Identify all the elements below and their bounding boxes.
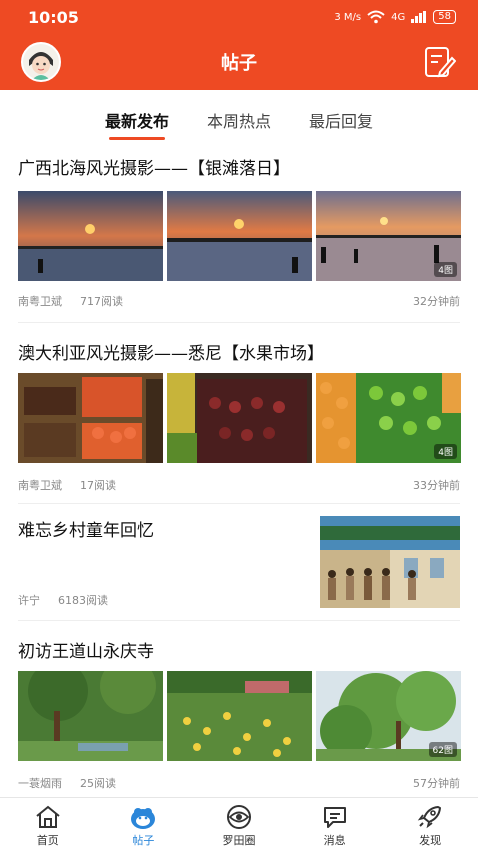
image-count-badge: 4图	[434, 444, 457, 459]
post-meta: 南粤卫斌 717阅读	[18, 293, 123, 309]
battery-badge: 58	[433, 10, 456, 24]
post-image[interactable]	[18, 191, 163, 281]
post-item[interactable]: 初访王道山永庆寺 62图 一蓑烟雨 25阅读 57分钟前	[18, 637, 461, 793]
nav-discover[interactable]: 发现	[382, 798, 478, 850]
rocket-icon	[417, 806, 442, 829]
post-author: 南粤卫斌	[18, 479, 62, 492]
post-images: 4图	[18, 373, 461, 463]
nav-label: 发现	[419, 834, 442, 847]
chat-icon	[323, 807, 346, 828]
tab-weekly-hot[interactable]: 本周热点	[207, 96, 271, 140]
post-author: 南粤卫斌	[18, 295, 62, 308]
post-image[interactable]	[167, 671, 312, 761]
post-images: 62图	[18, 671, 461, 761]
status-icons: 3 M/s 4G 58	[334, 10, 456, 24]
post-time: 33分钟前	[413, 479, 460, 492]
post-reads: 25阅读	[80, 777, 116, 790]
avatar-image	[23, 44, 59, 80]
nav-label: 帖子	[132, 834, 155, 847]
post-meta: 许宁 6183阅读	[18, 592, 108, 608]
divider	[18, 322, 460, 323]
nav-label: 消息	[323, 834, 346, 847]
post-image[interactable]: 4图	[316, 373, 461, 463]
post-item[interactable]: 难忘乡村童年回忆 许宁 6183阅读	[18, 516, 460, 612]
post-reads: 717阅读	[80, 295, 123, 308]
post-reads: 6183阅读	[58, 594, 108, 607]
post-image[interactable]	[167, 191, 312, 281]
post-image[interactable]	[18, 373, 163, 463]
signal-icon	[411, 11, 427, 23]
post-time: 57分钟前	[413, 777, 460, 790]
post-thumbnail[interactable]	[320, 516, 460, 608]
divider	[18, 503, 460, 504]
nav-label: 首页	[36, 834, 59, 847]
post-item[interactable]: 广西北海风光摄影——【银滩落日】 4图 南粤卫斌 717阅读 32分钟前	[18, 154, 461, 314]
post-image[interactable]: 62图	[316, 671, 461, 761]
eye-circle-icon	[226, 805, 251, 829]
post-title: 澳大利亚风光摄影——悉尼【水果市场】	[18, 344, 324, 364]
post-author: 一蓑烟雨	[18, 777, 62, 790]
divider	[18, 620, 460, 621]
post-image[interactable]: 4图	[316, 191, 461, 281]
status-bar: 10:05 3 M/s 4G 58	[0, 0, 478, 34]
post-title: 广西北海风光摄影——【银滩落日】	[18, 159, 290, 179]
top-header: 帖子	[0, 34, 478, 90]
signal-label: 4G	[391, 11, 406, 23]
page-title: 帖子	[221, 53, 257, 74]
bottom-nav: 首页 帖子 罗田圈 消息 发现	[0, 797, 478, 850]
avatar[interactable]	[21, 42, 61, 82]
post-author: 许宁	[18, 594, 40, 607]
wifi-icon	[367, 10, 385, 24]
post-meta: 南粤卫斌 17阅读	[18, 477, 116, 493]
nav-home[interactable]: 首页	[0, 798, 96, 850]
post-title: 初访王道山永庆寺	[18, 642, 154, 662]
net-speed: 3 M/s	[334, 11, 362, 23]
post-meta: 一蓑烟雨 25阅读	[18, 775, 116, 791]
status-time: 10:05	[28, 7, 79, 27]
nav-label: 罗田圈	[222, 834, 256, 847]
tab-bar: 最新发布 本周热点 最后回复	[0, 96, 478, 140]
post-item[interactable]: 澳大利亚风光摄影——悉尼【水果市场】 4图 南粤卫斌 17阅读 33分钟前	[18, 339, 461, 499]
post-image[interactable]	[18, 671, 163, 761]
nav-messages[interactable]: 消息	[287, 798, 383, 850]
edit-icon	[425, 47, 457, 78]
compose-button[interactable]	[422, 45, 457, 79]
home-icon	[36, 805, 60, 828]
image-count-badge: 4图	[434, 262, 457, 277]
mascot-icon	[131, 808, 156, 829]
nav-luotian-circle[interactable]: 罗田圈	[191, 798, 287, 850]
tab-latest[interactable]: 最新发布	[105, 96, 169, 140]
image-count-badge: 62图	[428, 742, 457, 757]
post-images: 4图	[18, 191, 461, 281]
post-time: 32分钟前	[413, 295, 460, 308]
post-image[interactable]	[167, 373, 312, 463]
tab-last-reply[interactable]: 最后回复	[309, 96, 373, 140]
nav-posts[interactable]: 帖子	[96, 798, 192, 850]
post-reads: 17阅读	[80, 479, 116, 492]
